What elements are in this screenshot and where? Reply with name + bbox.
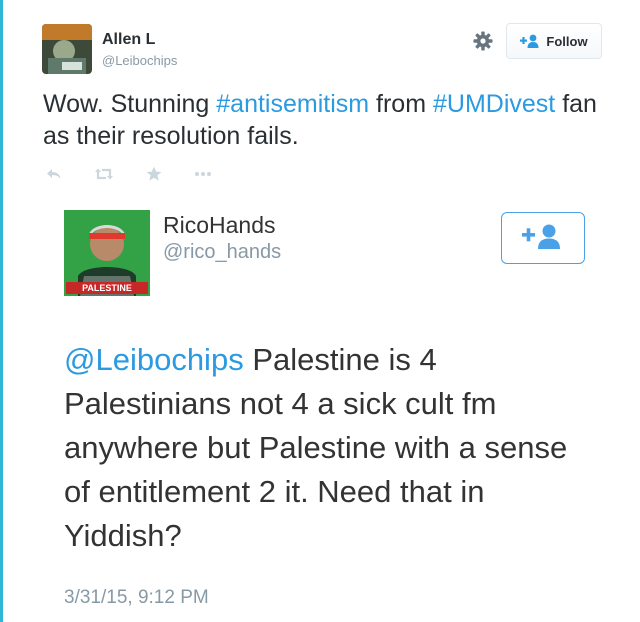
embedded-timestamp: 3/31/15, 9:12 PM [64, 587, 209, 608]
embedded-avatar-caption: PALESTINE [82, 283, 132, 293]
add-user-icon [522, 223, 564, 254]
hashtag-link[interactable]: #UMDivest [433, 90, 555, 118]
embedded-author-name: RicoHands [163, 212, 276, 238]
author-handle[interactable]: @Leibochips [102, 53, 177, 68]
reply-icon[interactable] [46, 166, 62, 182]
add-user-icon [520, 34, 540, 48]
tweet-text: Wow. Stunning #antisemitism from #UMDive… [43, 88, 603, 152]
avatar[interactable] [42, 24, 92, 74]
tweet-actions [46, 166, 244, 182]
embedded-author-handle: @rico_hands [163, 241, 282, 263]
follow-label: Follow [546, 33, 588, 49]
gear-icon[interactable] [472, 30, 494, 52]
hashtag-link[interactable]: #antisemitism [216, 90, 369, 118]
tweet-text-segment: Wow. Stunning [43, 90, 217, 118]
tweet-text-segment: from [369, 90, 433, 118]
favorite-icon[interactable] [146, 166, 162, 182]
retweet-icon[interactable] [94, 166, 114, 182]
embedded-mention-link: @Leibochips [64, 342, 244, 377]
author-name[interactable]: Allen L [102, 31, 155, 49]
embedded-follow-button [501, 212, 585, 264]
follow-button[interactable]: Follow [506, 23, 602, 59]
more-icon[interactable] [194, 166, 212, 182]
embedded-tweet-text: @Leibochips Palestine is 4 Palestinians … [64, 338, 584, 558]
embedded-avatar: PALESTINE [64, 210, 150, 296]
